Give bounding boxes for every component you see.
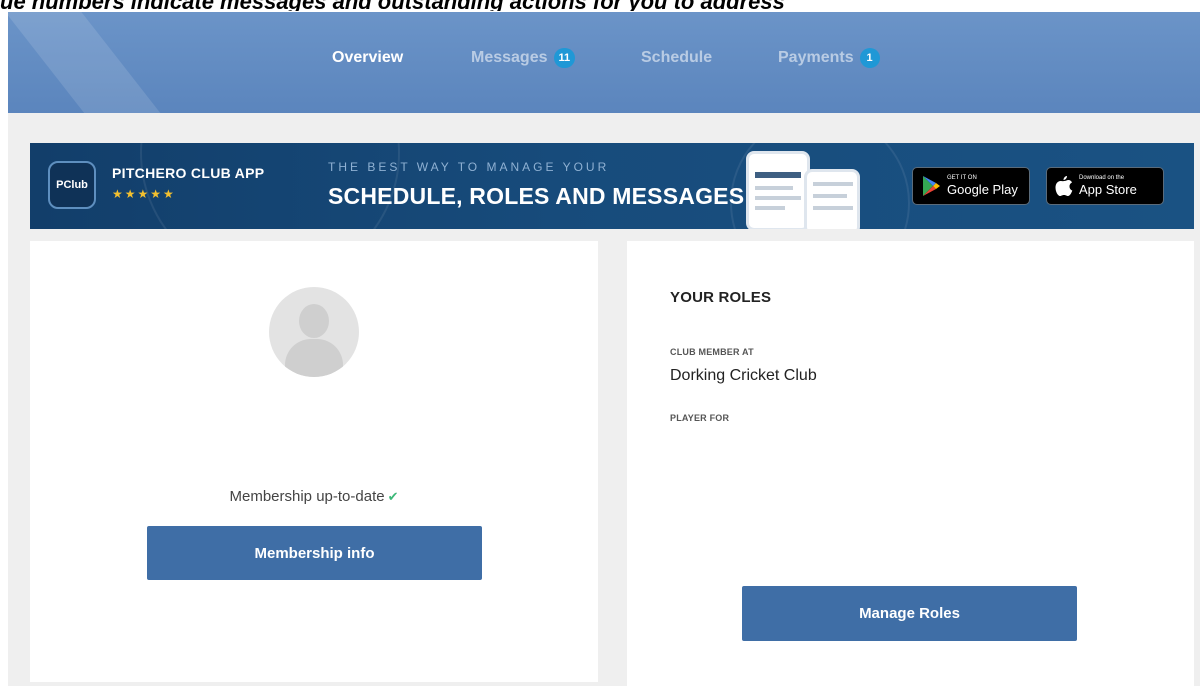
google-play-button[interactable]: GET IT ON Google Play: [912, 167, 1030, 205]
tab-overview[interactable]: Overview: [332, 46, 403, 70]
app-store-small-text: Download on the: [1079, 175, 1125, 181]
phone-mockup-front: [746, 151, 810, 229]
club-member-label: CLUB MEMBER AT: [670, 347, 754, 357]
rating-stars-icon: ★★★★★: [112, 187, 176, 201]
check-icon: ✔: [387, 489, 399, 504]
membership-info-button-label: Membership info: [254, 544, 375, 562]
avatar-body: [285, 339, 343, 377]
google-play-small-text: GET IT ON: [947, 175, 977, 181]
tab-payments-label: Payments: [778, 49, 854, 66]
club-app-banner[interactable]: PClub PITCHERO CLUB APP ★★★★★ THE BEST W…: [30, 143, 1194, 229]
avatar: [269, 287, 359, 377]
tab-overview-label: Overview: [332, 49, 404, 66]
manage-roles-button-label: Manage Roles: [859, 605, 960, 622]
tab-schedule[interactable]: Schedule: [641, 46, 712, 70]
tab-schedule-label: Schedule: [641, 49, 713, 66]
caption-text: ue numbers indicate messages and outstan…: [0, 0, 1200, 11]
membership-card: Membership up-to-date ✔ Membership info: [30, 241, 598, 682]
app-container: Overview Messages 11 Schedule Payments 1…: [8, 12, 1200, 686]
roles-card: YOUR ROLES CLUB MEMBER AT Dorking Cricke…: [627, 241, 1194, 686]
phone-mockup-image: [746, 151, 866, 229]
phone-mockup-back: [804, 169, 860, 229]
player-for-label: PLAYER FOR: [670, 413, 730, 423]
payments-count-badge: 1: [859, 48, 880, 68]
app-store-button[interactable]: Download on the App Store: [1046, 167, 1164, 205]
app-store-big-text: App Store: [1079, 182, 1137, 197]
club-member-value: Dorking Cricket Club: [670, 367, 817, 384]
club-app-logo: PClub: [48, 161, 96, 209]
tab-payments[interactable]: Payments 1: [778, 46, 880, 70]
top-navigation-bar: Overview Messages 11 Schedule Payments 1: [8, 12, 1200, 113]
google-play-big-text: Google Play: [947, 182, 1018, 197]
tab-messages[interactable]: Messages 11: [471, 46, 576, 70]
tab-messages-label: Messages: [471, 49, 548, 66]
banner-tagline-small: THE BEST WAY TO MANAGE YOUR: [328, 160, 610, 174]
google-play-icon: [923, 176, 940, 196]
membership-info-button[interactable]: Membership info: [147, 526, 482, 580]
membership-status: Membership up-to-date ✔: [30, 488, 598, 505]
banner-tagline-big: SCHEDULE, ROLES AND MESSAGES: [328, 183, 745, 209]
messages-count-badge: 11: [553, 48, 576, 68]
manage-roles-button[interactable]: Manage Roles: [742, 586, 1077, 641]
roles-title: YOUR ROLES: [670, 289, 772, 306]
membership-status-text: Membership up-to-date: [229, 488, 385, 505]
nav-tabs: Overview Messages 11 Schedule Payments 1: [8, 46, 1200, 70]
avatar-head: [299, 304, 329, 338]
app-name: PITCHERO CLUB APP: [112, 165, 265, 181]
apple-icon: [1055, 176, 1073, 196]
club-app-logo-text: PClub: [56, 179, 88, 191]
